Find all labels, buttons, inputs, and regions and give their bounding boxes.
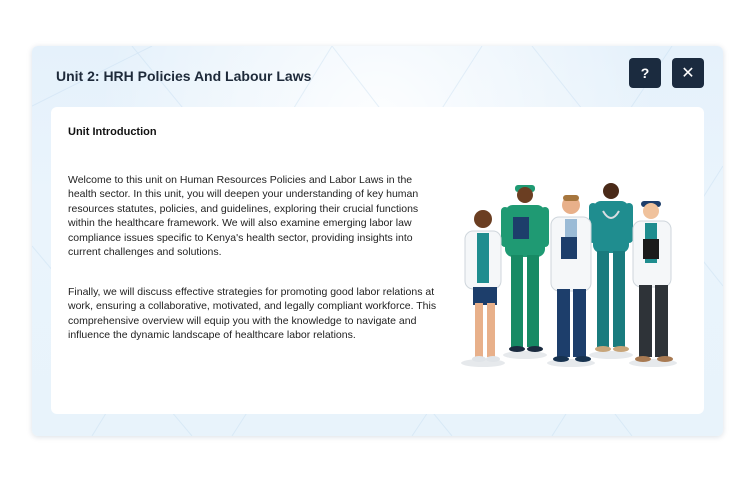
modal-title: Unit 2: HRH Policies And Labour Laws [56,68,312,84]
figure-nurse-teal [589,183,633,352]
unit-modal: Unit 2: HRH Policies And Labour Laws ? ✕… [32,46,723,436]
figure-doctor-male [550,195,592,362]
figure-doctor-right [632,201,673,362]
close-icon: ✕ [681,65,695,82]
help-icon: ? [640,65,650,81]
section-heading: Unit Introduction [68,126,157,138]
close-button[interactable]: ✕ [672,58,704,88]
figure-surgeon [501,185,549,352]
intro-paragraph-2: Finally, we will discuss effective strat… [68,286,437,342]
intro-paragraph-1: Welcome to this unit on Human Resources … [68,174,419,259]
content-card: Unit Introduction Welcome to this unit o… [51,107,704,414]
help-button[interactable]: ? [629,58,661,88]
figure-doctor-female [464,210,502,362]
healthcare-workers-illustration [461,183,677,367]
